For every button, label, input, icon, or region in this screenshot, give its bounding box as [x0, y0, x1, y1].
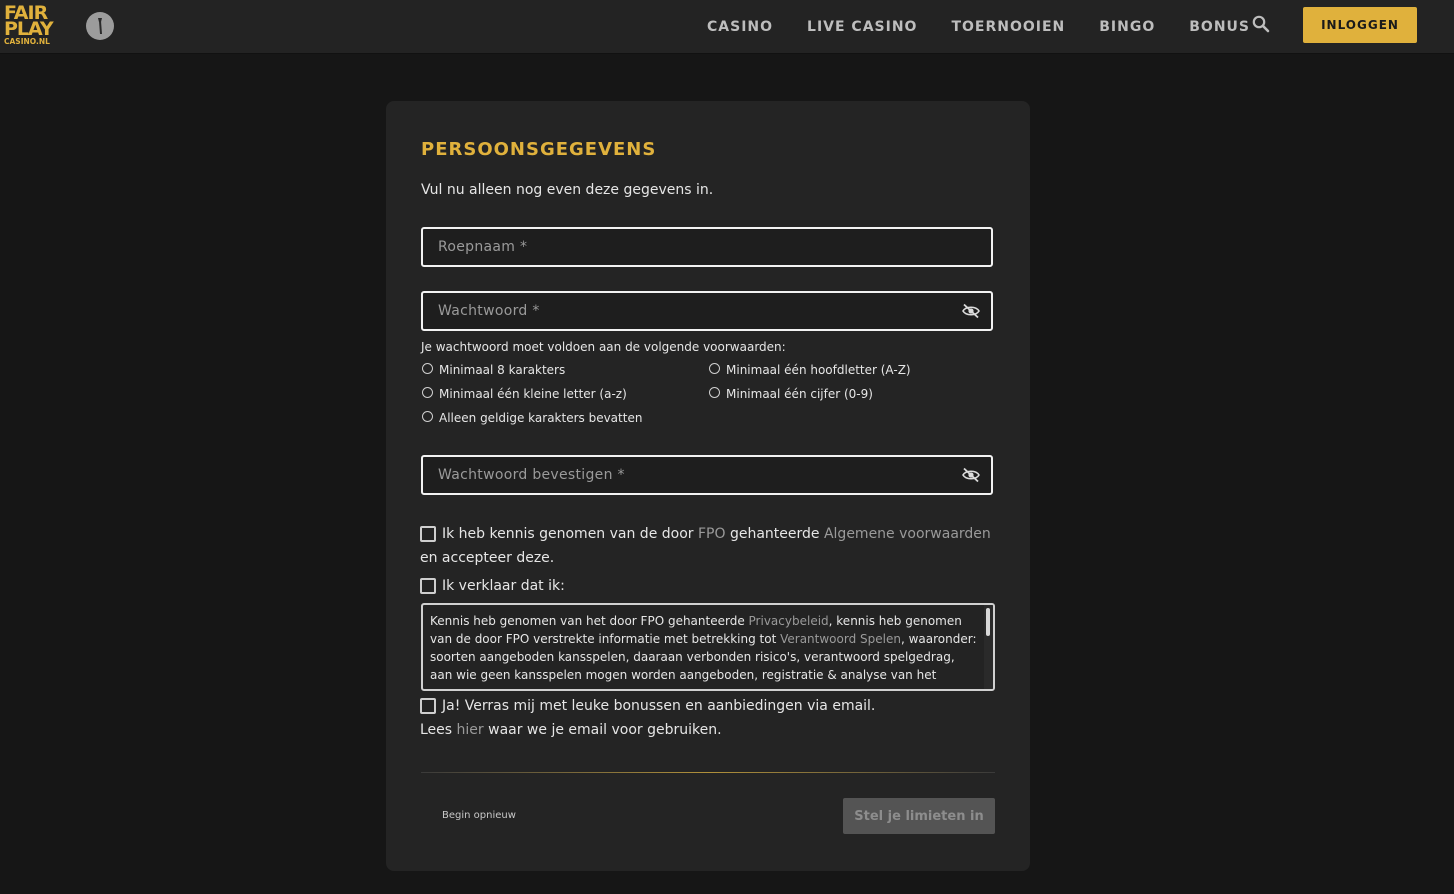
newsletter-checkbox[interactable]: [420, 698, 436, 714]
password-confirm-input[interactable]: [423, 457, 991, 493]
form-subtitle: Vul nu alleen nog even deze gegevens in.: [421, 182, 714, 198]
declaration-text: Kennis heb genomen van het door FPO geha…: [430, 614, 977, 682]
search-icon[interactable]: [1251, 14, 1271, 34]
rule-digit: Minimaal één cijfer (0-9): [709, 387, 873, 401]
nav-toernooien[interactable]: TOERNOOIEN: [951, 19, 1065, 35]
rule-status-icon: [422, 387, 433, 398]
rule-status-icon: [709, 363, 720, 374]
login-button[interactable]: INLOGGEN: [1303, 7, 1417, 43]
password-rules-title: Je wachtwoord moet voldoen aan de volgen…: [421, 340, 786, 354]
fpo-link[interactable]: FPO: [698, 526, 726, 542]
rule-uppercase: Minimaal één hoofdletter (A-Z): [709, 363, 911, 377]
rule-valid-chars: Alleen geldige karakters bevatten: [422, 411, 642, 425]
restart-link[interactable]: Begin opnieuw: [442, 810, 516, 821]
nickname-input[interactable]: [423, 229, 991, 265]
password-confirm-field[interactable]: [421, 455, 993, 495]
nav-bonus[interactable]: BONUS: [1189, 19, 1250, 35]
section-divider: [421, 772, 995, 773]
language-flag-icon[interactable]: [86, 12, 114, 40]
privacy-policy-link[interactable]: Privacybeleid: [749, 614, 829, 628]
declaration-scrollbar[interactable]: [986, 608, 990, 636]
main-nav: CASINO LIVE CASINO TOERNOOIEN BINGO BONU…: [690, 0, 1267, 53]
password-input[interactable]: [423, 293, 991, 329]
registration-card: PERSOONSGEGEVENS Vul nu alleen nog even …: [386, 101, 1030, 871]
nav-casino[interactable]: CASINO: [707, 19, 773, 35]
rule-lowercase: Minimaal één kleine letter (a-z): [422, 387, 627, 401]
declare-row: Ik verklaar dat ik:: [420, 574, 565, 598]
terms-link[interactable]: Algemene voorwaarden: [824, 526, 991, 542]
toggle-password-visibility-icon[interactable]: [962, 303, 980, 319]
rule-status-icon: [709, 387, 720, 398]
nickname-field[interactable]: [421, 227, 993, 267]
fairplay-casino-logo[interactable]: FAIR PLAY CASINO.NL: [4, 3, 60, 47]
newsletter-row: Ja! Verras mij met leuke bonussen en aan…: [420, 698, 876, 738]
declare-checkbox[interactable]: [420, 578, 436, 594]
rule-status-icon: [422, 411, 433, 422]
set-limits-button[interactable]: Stel je limieten in: [843, 798, 995, 834]
nav-bingo[interactable]: BINGO: [1099, 19, 1155, 35]
responsible-gaming-link[interactable]: Verantwoord Spelen: [780, 632, 901, 646]
page-title: PERSOONSGEGEVENS: [421, 139, 657, 160]
email-usage-link[interactable]: hier: [457, 722, 484, 738]
nav-live-casino[interactable]: LIVE CASINO: [807, 19, 917, 35]
rule-min-8: Minimaal 8 karakters: [422, 363, 565, 377]
toggle-password-confirm-visibility-icon[interactable]: [962, 467, 980, 483]
terms-row: Ik heb kennis genomen van de door FPO ge…: [420, 526, 991, 566]
top-navigation-bar: FAIR PLAY CASINO.NL CASINO LIVE CASINO T…: [0, 0, 1454, 53]
terms-checkbox[interactable]: [420, 526, 436, 542]
declaration-textbox[interactable]: Kennis heb genomen van het door FPO geha…: [421, 603, 995, 691]
rule-status-icon: [422, 363, 433, 374]
password-field[interactable]: [421, 291, 993, 331]
